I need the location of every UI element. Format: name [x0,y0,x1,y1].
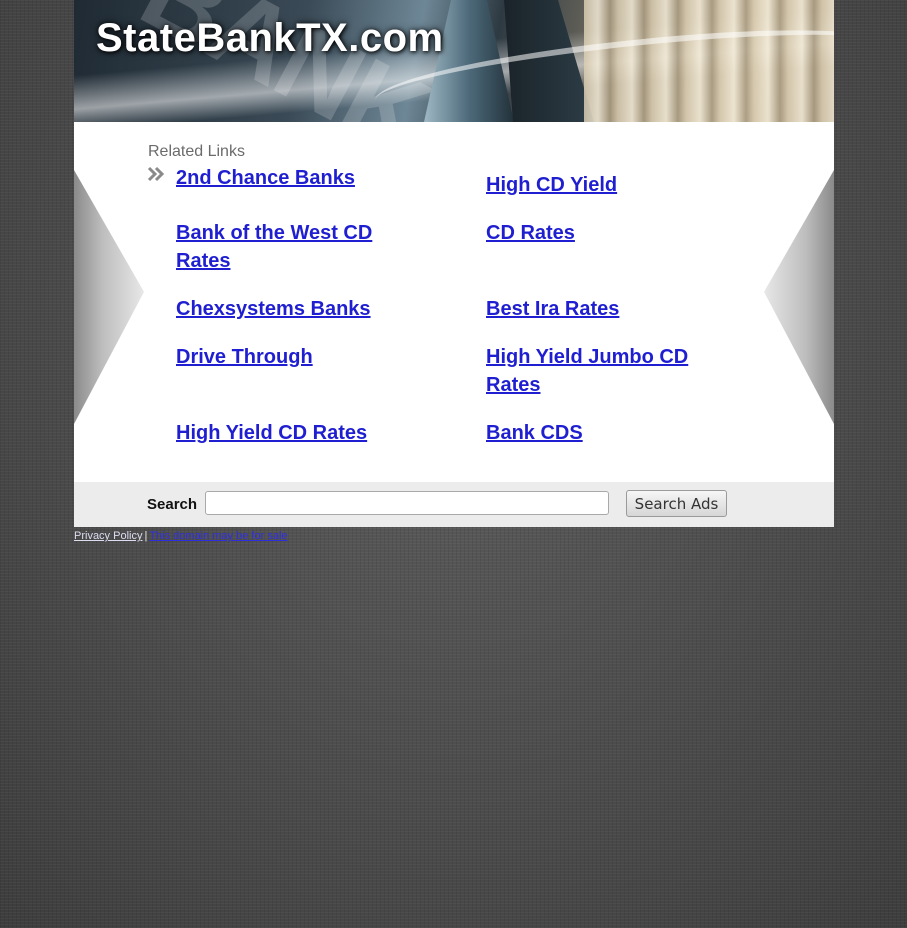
related-link-cd-rates[interactable]: CD Rates [486,219,716,247]
related-link-chexsystems-banks[interactable]: Chexsystems Banks [176,295,406,323]
search-input[interactable] [205,491,609,515]
double-chevron-right-icon [147,166,165,182]
right-arrow-decoration [764,170,834,424]
site-title: StateBankTX.com [96,16,444,60]
domain-for-sale-link[interactable]: This domain may be for sale [149,530,287,542]
related-link-drive-through[interactable]: Drive Through [176,343,406,371]
related-link-high-cd-yield[interactable]: High CD Yield [486,171,716,199]
related-link-best-ira-rates[interactable]: Best Ira Rates [486,295,716,323]
search-ads-button[interactable]: Search Ads [626,490,727,517]
related-link-high-yield-cd-rates[interactable]: High Yield CD Rates [176,419,406,447]
search-label: Search [147,496,198,513]
footer: Privacy Policy | This domain may be for sa… [74,530,834,542]
search-bar: Search Search Ads [74,482,834,527]
privacy-policy-link[interactable]: Privacy Policy [74,530,142,542]
related-link-2nd-chance-banks[interactable]: 2nd Chance Banks [176,164,406,192]
header-banner: BANK StateBankTX.com [74,0,834,122]
related-links-heading: Related Links [148,143,245,160]
left-arrow-decoration [74,170,144,424]
related-link-high-yield-jumbo-cd-rates[interactable]: High Yield Jumbo CD Rates [486,343,716,399]
related-link-bank-cds[interactable]: Bank CDS [486,419,716,447]
related-link-bank-of-the-west-cd-rates[interactable]: Bank of the West CD Rates [176,219,406,275]
page-container: BANK StateBankTX.com Related Links 2nd C… [74,0,834,542]
related-links-panel: Related Links 2nd Chance Banks Bank of t… [74,122,834,482]
footer-separator: | [144,530,148,542]
